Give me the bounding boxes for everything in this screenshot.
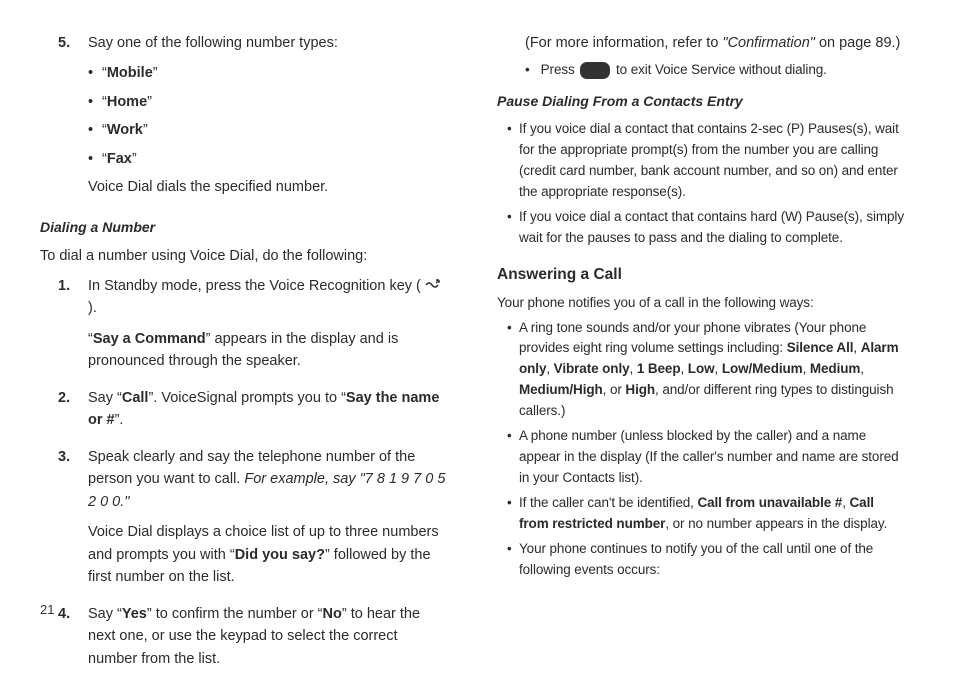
list-item: •If you voice dial a contact that contai… (507, 207, 906, 249)
step3-line1: Speak clearly and say the telephone numb… (88, 446, 449, 513)
step1-line2: “Say a Command” appears in the display a… (88, 328, 449, 373)
list-item: • A ring tone sounds and/or your phone v… (507, 318, 906, 423)
list-item: •“Home” (88, 91, 449, 113)
type-home: Home (107, 94, 147, 110)
type-fax: Fax (107, 151, 132, 167)
step2-text: Say “Call”. VoiceSignal prompts you to “… (88, 387, 449, 432)
answer-bullets: • A ring tone sounds and/or your phone v… (497, 318, 906, 581)
list-item: •“Work” (88, 119, 449, 141)
step-body: Say “Yes” to confirm the number or “No” … (88, 603, 449, 678)
step-outro: Voice Dial dials the specified number. (88, 176, 449, 198)
bullet-icon: • (507, 207, 519, 249)
list-item: •Your phone continues to notify you of t… (507, 539, 906, 581)
bullet-icon: • (88, 119, 102, 141)
list-item: • If the caller can't be identified, Cal… (507, 493, 906, 535)
more-info-text: (For more information, refer to "Confirm… (525, 32, 906, 54)
voice-recognition-icon (425, 278, 441, 292)
step-intro: Say one of the following number types: (88, 32, 449, 54)
bullet-icon: • (88, 91, 102, 113)
step1-line1: In Standby mode, press the Voice Recogni… (88, 275, 449, 320)
dialing-intro: To dial a number using Voice Dial, do th… (40, 245, 449, 267)
press-exit-line: • Press to exit Voice Service without di… (525, 60, 906, 81)
bullet-icon: • (507, 119, 519, 203)
list-item-2: 2. Say “Call”. VoiceSignal prompts you t… (40, 387, 449, 440)
number-type-list: •“Mobile” •“Home” •“Work” •“Fax” (88, 62, 449, 170)
list-item: •A phone number (unless blocked by the c… (507, 426, 906, 489)
list-item: •“Fax” (88, 148, 449, 170)
list-item-5: 5. Say one of the following number types… (40, 32, 449, 207)
bullet-icon: • (507, 493, 519, 535)
answer-intro: Your phone notifies you of a call in the… (497, 293, 906, 314)
answer-bullet-4: Your phone continues to notify you of th… (519, 539, 906, 581)
two-column-layout: 5. Say one of the following number types… (40, 32, 906, 610)
step-number: 5. (58, 32, 88, 207)
answer-bullet-2: A phone number (unless blocked by the ca… (519, 426, 906, 489)
answering-a-call-heading: Answering a Call (497, 263, 906, 287)
list-item-4: 4. Say “Yes” to confirm the number or “N… (40, 603, 449, 678)
list-item: •If you voice dial a contact that contai… (507, 119, 906, 203)
bullet-icon: • (525, 60, 537, 81)
pause-bullet-2: If you voice dial a contact that contain… (519, 207, 906, 249)
step4-text: Say “Yes” to confirm the number or “No” … (88, 603, 449, 670)
continuation-block: (For more information, refer to "Confirm… (497, 32, 906, 81)
step-number: 1. (58, 275, 88, 381)
page-number: 21 (40, 600, 54, 620)
step-body: Speak clearly and say the telephone numb… (88, 446, 449, 597)
step-body: In Standby mode, press the Voice Recogni… (88, 275, 449, 381)
step-number: 3. (58, 446, 88, 597)
pause-dialing-heading: Pause Dialing From a Contacts Entry (497, 91, 906, 113)
step-body: Say “Call”. VoiceSignal prompts you to “… (88, 387, 449, 440)
answer-bullet-1: A ring tone sounds and/or your phone vib… (519, 318, 906, 423)
type-work: Work (107, 122, 143, 138)
answer-bullet-3: If the caller can't be identified, Call … (519, 493, 906, 535)
pause-bullets: •If you voice dial a contact that contai… (497, 119, 906, 249)
pause-bullet-1: If you voice dial a contact that contain… (519, 119, 906, 203)
bullet-icon: • (88, 148, 102, 170)
bullet-icon: • (507, 426, 519, 489)
list-item: •“Mobile” (88, 62, 449, 84)
end-key-icon (580, 62, 610, 79)
step-number: 4. (58, 603, 88, 678)
right-column: (For more information, refer to "Confirm… (497, 32, 906, 610)
left-column: 5. Say one of the following number types… (40, 32, 449, 610)
bullet-icon: • (507, 318, 519, 423)
bullet-icon: • (507, 539, 519, 581)
manual-page: 5. Say one of the following number types… (0, 0, 954, 636)
step-number: 2. (58, 387, 88, 440)
dialing-a-number-heading: Dialing a Number (40, 217, 449, 239)
step-body: Say one of the following number types: •… (88, 32, 449, 207)
step3-line2: Voice Dial displays a choice list of up … (88, 521, 449, 588)
bullet-icon: • (88, 62, 102, 84)
list-item-3: 3. Speak clearly and say the telephone n… (40, 446, 449, 597)
list-item-1: 1. In Standby mode, press the Voice Reco… (40, 275, 449, 381)
type-mobile: Mobile (107, 65, 153, 81)
